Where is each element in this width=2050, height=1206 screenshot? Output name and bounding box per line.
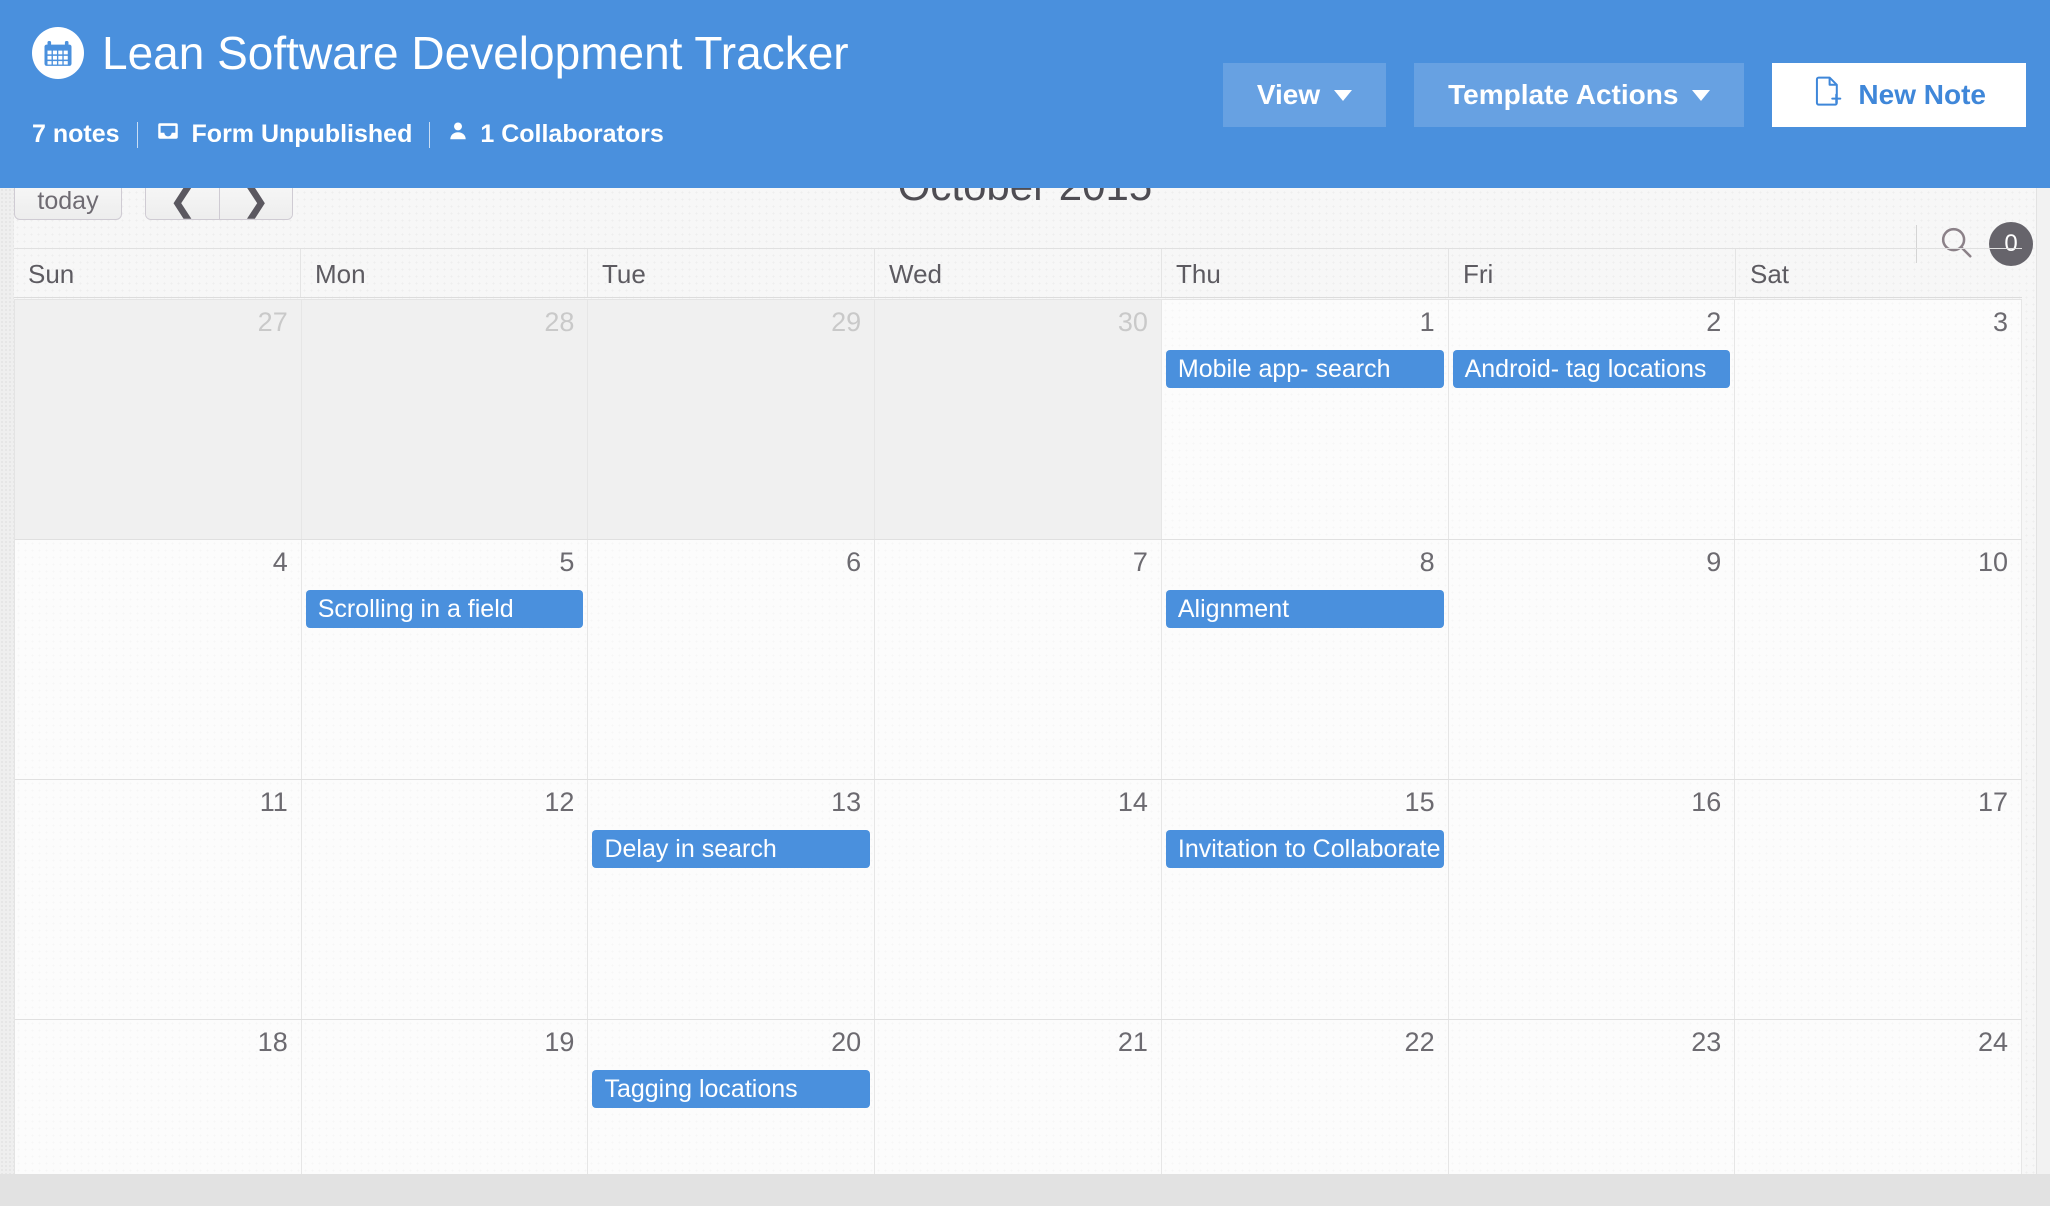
calendar-event[interactable]: Mobile app- search bbox=[1165, 350, 1444, 388]
calendar-day-cell[interactable]: 11 bbox=[15, 780, 302, 1019]
notes-count-label: 7 notes bbox=[32, 120, 120, 148]
day-number: 3 bbox=[1993, 307, 2009, 337]
template-actions-dropdown-button[interactable]: Template Actions bbox=[1414, 63, 1745, 127]
day-number: 18 bbox=[257, 1027, 288, 1057]
calendar-day-cell[interactable]: 27 bbox=[15, 300, 302, 539]
day-of-week-header: Sun Mon Tue Wed Thu Fri Sat bbox=[14, 248, 2022, 298]
day-of-week-sun: Sun bbox=[14, 249, 301, 297]
calendar-day-cell[interactable]: 9 bbox=[1448, 540, 1736, 779]
day-number: 13 bbox=[831, 787, 862, 817]
calendar-day-cell[interactable]: 16 bbox=[1448, 780, 1736, 1019]
calendar-icon bbox=[32, 27, 84, 79]
day-number: 20 bbox=[831, 1027, 862, 1057]
day-number: 4 bbox=[272, 547, 288, 577]
day-number: 10 bbox=[1977, 547, 2009, 577]
form-status: Form Unpublished bbox=[155, 118, 413, 151]
view-dropdown-button[interactable]: View bbox=[1222, 63, 1387, 127]
day-of-week-mon: Mon bbox=[301, 249, 588, 297]
view-label: View bbox=[1256, 79, 1321, 110]
calendar-day-cell[interactable]: 17 bbox=[1735, 780, 2023, 1019]
app-root: today ❮ ❯ October 2015 0 SunMonTueWedThu… bbox=[0, 0, 2050, 1206]
new-document-icon bbox=[1812, 74, 1844, 117]
calendar-day-cell[interactable]: 3 bbox=[1735, 300, 2023, 539]
day-number: 17 bbox=[1977, 787, 2009, 817]
user-icon bbox=[447, 118, 469, 151]
calendar-day-cell[interactable]: 5 Scrolling in a field bbox=[301, 540, 589, 779]
calendar-day-cell[interactable]: 30 bbox=[875, 300, 1162, 539]
calendar-event[interactable]: Tagging locations bbox=[592, 1070, 871, 1108]
day-number: 1 bbox=[1419, 307, 1435, 337]
new-note-label: New Note bbox=[1858, 79, 1986, 110]
day-number: 15 bbox=[1404, 787, 1435, 817]
day-number: 7 bbox=[1132, 547, 1148, 577]
calendar-event[interactable]: Scrolling in a field bbox=[305, 590, 584, 628]
calendar-day-cell[interactable]: 2 Android- tag locations bbox=[1448, 300, 1736, 539]
app-header: Lean Software Development Tracker 7 note… bbox=[0, 0, 2050, 188]
calendar-week-row: 4 5 Scrolling in a field 6 7 8 Alignment 9 10 bbox=[15, 540, 2023, 780]
form-status-label: Form Unpublished bbox=[191, 120, 413, 148]
inbox-icon bbox=[155, 118, 181, 151]
calendar-day-cell[interactable]: 1 Mobile app- search bbox=[1161, 300, 1449, 539]
calendar-day-cell[interactable]: 28 bbox=[301, 300, 589, 539]
calendar-day-cell[interactable]: 10 bbox=[1735, 540, 2023, 779]
calendar-event[interactable]: Alignment bbox=[1165, 590, 1444, 628]
header-actions: View Template Actions New Note bbox=[1222, 63, 2026, 127]
day-of-week-thu: Thu bbox=[1162, 249, 1449, 297]
day-number: 21 bbox=[1117, 1027, 1148, 1057]
page-title: Lean Software Development Tracker bbox=[102, 27, 849, 79]
day-number: 9 bbox=[1706, 547, 1722, 577]
day-number: 16 bbox=[1691, 787, 1722, 817]
day-of-week-sat: Sat bbox=[1750, 259, 1790, 289]
brand: Lean Software Development Tracker bbox=[32, 26, 849, 80]
calendar-day-cell[interactable]: 15 Invitation to Collaborate bbox=[1161, 780, 1449, 1019]
calendar-day-cell[interactable]: 6 bbox=[588, 540, 876, 779]
calendar-day-cell[interactable]: 12 bbox=[301, 780, 589, 1019]
calendar-event[interactable]: Delay in search bbox=[592, 830, 871, 868]
day-of-week-wed: Wed bbox=[875, 249, 1162, 297]
calendar-day-cell[interactable]: 4 bbox=[15, 540, 302, 779]
chevron-down-icon bbox=[1692, 89, 1711, 101]
new-note-button[interactable]: New Note bbox=[1772, 63, 2026, 127]
meta-divider-1 bbox=[136, 121, 138, 148]
day-of-week-fri: Fri bbox=[1449, 249, 1736, 297]
day-number: 29 bbox=[831, 307, 862, 337]
calendar-day-cell[interactable]: 8 Alignment bbox=[1161, 540, 1449, 779]
collaborators: 1 Collaborators bbox=[447, 118, 664, 151]
day-number: 19 bbox=[544, 1027, 575, 1057]
calendar-day-cell[interactable]: 13 Delay in search bbox=[588, 780, 876, 1019]
day-of-week-tue: Tue bbox=[588, 249, 875, 297]
day-number: 23 bbox=[1691, 1027, 1722, 1057]
day-number: 28 bbox=[544, 307, 575, 337]
meta-divider-2 bbox=[429, 121, 431, 148]
calendar-day-cell[interactable]: 29 bbox=[588, 300, 876, 539]
day-number: 27 bbox=[257, 307, 288, 337]
notes-count: 7 notes bbox=[32, 120, 120, 149]
day-number: 6 bbox=[846, 547, 862, 577]
calendar-day-cell[interactable]: 7 bbox=[875, 540, 1162, 779]
day-number: 24 bbox=[1977, 1027, 2009, 1057]
template-actions-label: Template Actions bbox=[1448, 79, 1679, 110]
calendar-event[interactable]: Invitation to Collaborate bbox=[1165, 830, 1444, 868]
day-number: 12 bbox=[544, 787, 575, 817]
page-scrollbar-right[interactable] bbox=[2036, 188, 2050, 1206]
header-meta: 7 notes Form Unpublished 1 Collaborators bbox=[32, 118, 664, 151]
day-number: 2 bbox=[1706, 307, 1722, 337]
calendar-week-row: 27 28 29 30 1 Mobile app- search 2 Android- tag… bbox=[15, 300, 2023, 540]
day-number: 11 bbox=[259, 787, 288, 817]
bottom-strip bbox=[0, 1174, 2050, 1206]
calendar-day-cell[interactable]: 14 bbox=[875, 780, 1162, 1019]
chevron-down-icon bbox=[1334, 89, 1353, 101]
calendar-grid: 27 28 29 30 1 Mobile app- search 2 Android- tag… bbox=[14, 299, 2023, 1206]
calendar-week-row: 11 12 13 Delay in search 14 15 Invitation to C… bbox=[15, 780, 2023, 1020]
day-number: 5 bbox=[559, 547, 575, 577]
day-number: 14 bbox=[1117, 787, 1148, 817]
day-number: 8 bbox=[1419, 547, 1435, 577]
day-number: 30 bbox=[1117, 307, 1148, 337]
calendar-event[interactable]: Android- tag locations bbox=[1452, 350, 1731, 388]
collaborators-label: 1 Collaborators bbox=[480, 120, 664, 148]
day-number: 22 bbox=[1404, 1027, 1435, 1057]
